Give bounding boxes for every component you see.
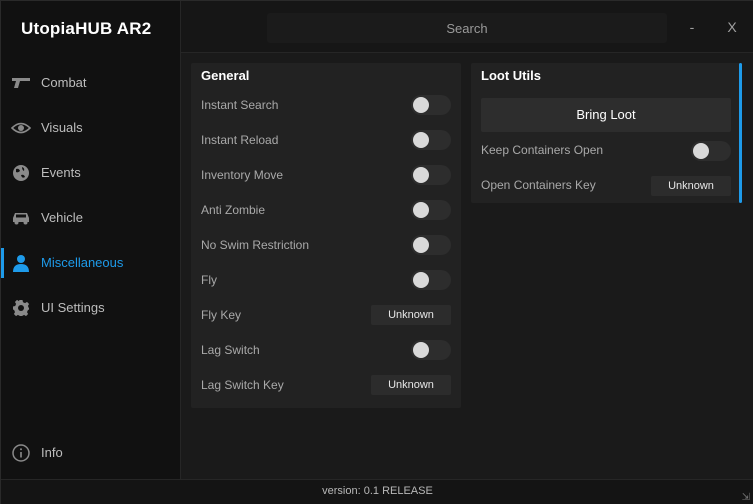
info-icon: [11, 443, 31, 463]
sidebar-item-miscellaneous[interactable]: Miscellaneous: [1, 248, 180, 278]
setting-row-anti-zombie: Anti Zombie: [191, 193, 461, 228]
toggle-knob: [413, 202, 429, 218]
setting-label: Inventory Move: [201, 168, 284, 182]
general-panel: General Instant Search Instant Reload In…: [191, 63, 461, 408]
panel-title: Loot Utils: [481, 68, 541, 83]
sidebar-item-label: Info: [41, 445, 63, 460]
fly-key-button[interactable]: Unknown: [371, 305, 451, 325]
toggle-knob: [413, 237, 429, 253]
bring-loot-button[interactable]: Bring Loot: [481, 98, 731, 132]
fly-toggle[interactable]: [411, 270, 451, 290]
toggle-knob: [413, 167, 429, 183]
sidebar-item-label: Events: [41, 165, 81, 180]
resize-grip-icon[interactable]: ⇲: [742, 492, 750, 503]
toggle-knob: [413, 272, 429, 288]
setting-label: Open Containers Key: [481, 178, 596, 192]
sidebar: UtopiaHUB AR2 Combat Visuals Events Vehi…: [1, 1, 181, 479]
inventory-move-toggle[interactable]: [411, 165, 451, 185]
setting-label: Lag Switch Key: [201, 378, 284, 392]
setting-row-instant-search: Instant Search: [191, 88, 461, 123]
sidebar-item-label: Miscellaneous: [41, 255, 124, 270]
open-containers-key-button[interactable]: Unknown: [651, 176, 731, 196]
main-content: General Instant Search Instant Reload In…: [181, 53, 753, 479]
no-swim-restriction-toggle[interactable]: [411, 235, 451, 255]
minimize-button[interactable]: -: [681, 15, 703, 39]
toggle-knob: [413, 97, 429, 113]
instant-search-toggle[interactable]: [411, 95, 451, 115]
toggle-knob: [693, 143, 709, 159]
sidebar-item-combat[interactable]: Combat: [1, 68, 180, 98]
keep-containers-open-toggle[interactable]: [691, 141, 731, 161]
gun-icon: [11, 73, 31, 93]
version-label: version: 0.1 RELEASE: [322, 485, 433, 497]
car-icon: [11, 208, 31, 228]
sidebar-item-label: Combat: [41, 75, 87, 90]
setting-row-lag-switch: Lag Switch: [191, 333, 461, 368]
app-window: UtopiaHUB AR2 Combat Visuals Events Vehi…: [0, 0, 753, 504]
sidebar-item-label: Visuals: [41, 120, 83, 135]
setting-label: No Swim Restriction: [201, 238, 310, 252]
setting-label: Instant Reload: [201, 133, 279, 147]
sidebar-item-visuals[interactable]: Visuals: [1, 113, 180, 143]
top-bar: Search - X: [181, 1, 753, 53]
search-input[interactable]: Search: [267, 13, 667, 43]
setting-label: Fly Key: [201, 308, 242, 322]
toggle-knob: [413, 132, 429, 148]
setting-label: Keep Containers Open: [481, 143, 604, 157]
globe-icon: [11, 163, 31, 183]
gear-icon: [11, 298, 31, 318]
instant-reload-toggle[interactable]: [411, 130, 451, 150]
anti-zombie-toggle[interactable]: [411, 200, 451, 220]
setting-label: Lag Switch: [201, 343, 260, 357]
lag-switch-key-button[interactable]: Unknown: [371, 375, 451, 395]
sidebar-item-label: UI Settings: [41, 300, 105, 315]
panel-title: General: [201, 68, 250, 83]
close-button[interactable]: X: [721, 15, 743, 39]
loot-utils-panel: Loot Utils Bring Loot Keep Containers Op…: [471, 63, 741, 203]
active-indicator: [1, 248, 4, 278]
setting-row-fly-key: Fly Key Unknown: [191, 298, 461, 333]
sidebar-item-events[interactable]: Events: [1, 158, 180, 188]
setting-label: Fly: [201, 273, 217, 287]
setting-row-fly: Fly: [191, 263, 461, 298]
sidebar-item-info[interactable]: Info: [1, 438, 180, 468]
sidebar-item-ui-settings[interactable]: UI Settings: [1, 293, 180, 323]
setting-row-keep-containers-open: Keep Containers Open: [471, 133, 741, 168]
status-bar: version: 0.1 RELEASE ⇲: [1, 479, 753, 504]
search-placeholder: Search: [446, 20, 488, 36]
sidebar-item-label: Vehicle: [41, 210, 83, 225]
setting-row-instant-reload: Instant Reload: [191, 123, 461, 158]
setting-row-no-swim-restriction: No Swim Restriction: [191, 228, 461, 263]
sidebar-item-vehicle[interactable]: Vehicle: [1, 203, 180, 233]
app-title: UtopiaHUB AR2: [21, 19, 152, 38]
setting-row-lag-switch-key: Lag Switch Key Unknown: [191, 368, 461, 403]
eye-icon: [11, 118, 31, 138]
setting-row-inventory-move: Inventory Move: [191, 158, 461, 193]
setting-label: Instant Search: [201, 98, 279, 112]
scrollbar[interactable]: [739, 63, 742, 203]
user-icon: [11, 253, 31, 273]
lag-switch-toggle[interactable]: [411, 340, 451, 360]
setting-row-open-containers-key: Open Containers Key Unknown: [471, 168, 741, 203]
toggle-knob: [413, 342, 429, 358]
setting-label: Anti Zombie: [201, 203, 266, 217]
